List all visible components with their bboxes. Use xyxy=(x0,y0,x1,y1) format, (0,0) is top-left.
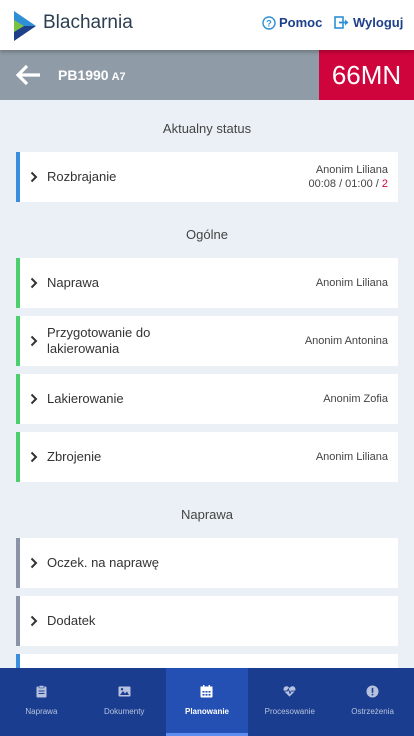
chevron-right-icon xyxy=(30,171,38,183)
status-bar xyxy=(16,596,20,646)
plate-suffix: A7 xyxy=(111,71,126,83)
status-bar xyxy=(16,152,20,202)
item-label: Naprawa xyxy=(47,275,100,290)
tab-procesowanie[interactable]: Procesowanie xyxy=(248,668,331,736)
help-label: Pomoc xyxy=(279,15,323,30)
status-time: 00:08 / 01:00 / xyxy=(308,178,382,190)
tab-label: Ostrzeżenia xyxy=(351,707,394,716)
section-title-repair: Naprawa xyxy=(180,507,234,522)
vehicle-code-badge: 66MN xyxy=(319,50,414,100)
item-label: Oczek. na naprawę xyxy=(47,555,160,570)
item-label: Przygotowanie do lakierowania xyxy=(47,325,151,356)
chevron-right-icon xyxy=(30,557,38,569)
status-card[interactable]: Rozbrajanie Anonim Liliana 00:08 / 01:00… xyxy=(16,152,398,202)
item-assignee: Anonim Liliana xyxy=(315,451,388,463)
logout-link[interactable]: Wyloguj xyxy=(334,15,403,30)
heartbeat-icon xyxy=(283,686,296,697)
repair-item-oczek[interactable]: Oczek. na naprawę xyxy=(16,538,398,588)
status-label: Rozbrajanie xyxy=(47,169,117,184)
chevron-right-icon xyxy=(30,277,38,289)
vehicle-plate: PB1990 A7 xyxy=(58,67,126,83)
item-label: Zbrojenie xyxy=(47,449,102,464)
back-arrow-icon[interactable] xyxy=(14,63,42,87)
item-assignee: Anonim Antonina xyxy=(304,335,388,347)
tab-dokumenty[interactable]: Dokumenty xyxy=(83,668,166,736)
logo-icon xyxy=(14,11,36,41)
logout-label: Wyloguj xyxy=(353,15,404,30)
section-title-current-status: Aktualny status xyxy=(162,121,252,136)
clipboard-icon xyxy=(36,685,47,698)
tab-planowanie[interactable]: Planowanie xyxy=(165,668,249,736)
status-bar xyxy=(16,538,20,588)
repair-item-dodatek[interactable]: Dodatek xyxy=(16,596,398,646)
tab-label: Planowanie xyxy=(184,707,229,716)
status-bar xyxy=(16,374,20,424)
alert-icon xyxy=(366,685,379,698)
image-icon xyxy=(118,686,131,697)
plate-number: PB1990 xyxy=(58,67,109,83)
item-assignee: Anonim Liliana xyxy=(315,277,388,289)
top-bar: Blacharnia ? Pomoc Wyloguj xyxy=(0,0,414,50)
bottom-tab-bar: Naprawa Dokumenty Planowanie Procesowani… xyxy=(0,668,414,736)
status-bar xyxy=(16,316,20,366)
general-item-naprawa[interactable]: Naprawa Anonim Liliana xyxy=(16,258,398,308)
section-title-general: Ogólne xyxy=(186,227,228,242)
help-link[interactable]: ? Pomoc xyxy=(262,15,322,30)
brand-title: Blacharnia xyxy=(43,12,133,33)
tab-label: Naprawa xyxy=(25,707,58,716)
general-item-przygotowanie[interactable]: Przygotowanie do lakierowania Anonim Ant… xyxy=(16,316,398,366)
status-count: 2 xyxy=(381,178,388,190)
chevron-right-icon xyxy=(30,393,38,405)
calendar-icon xyxy=(200,685,213,698)
item-assignee: Anonim Zofia xyxy=(323,393,388,405)
chevron-right-icon xyxy=(30,451,38,463)
svg-text:?: ? xyxy=(266,18,272,28)
tab-label: Procesowanie xyxy=(264,707,315,716)
item-label: Dodatek xyxy=(47,613,96,628)
status-bar xyxy=(16,258,20,308)
tab-label: Dokumenty xyxy=(103,707,145,716)
question-icon: ? xyxy=(262,15,276,30)
chevron-right-icon xyxy=(30,335,38,347)
tab-naprawa[interactable]: Naprawa xyxy=(0,668,83,736)
status-bar xyxy=(16,432,20,482)
tab-ostrzezenia[interactable]: Ostrzeżenia xyxy=(331,668,414,736)
general-item-zbrojenie[interactable]: Zbrojenie Anonim Liliana xyxy=(16,432,398,482)
chevron-right-icon xyxy=(30,615,38,627)
general-item-lakierowanie[interactable]: Lakierowanie Anonim Zofia xyxy=(16,374,398,424)
logout-icon xyxy=(334,16,349,29)
status-timer: 00:08 / 01:00 / 2 xyxy=(308,178,388,190)
item-label: Lakierowanie xyxy=(47,391,124,406)
status-assignee: Anonim Liliana xyxy=(315,164,388,176)
